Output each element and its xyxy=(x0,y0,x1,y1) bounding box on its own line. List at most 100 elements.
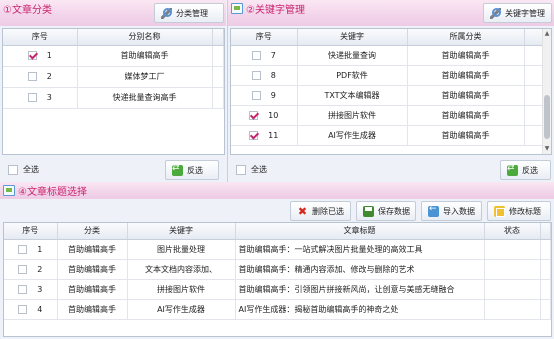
index-cell[interactable]: 10 xyxy=(231,105,298,126)
keyword-category-cell: 首助编辑高手 xyxy=(407,85,525,106)
delete-selected-button[interactable]: ✖ 删除已选 xyxy=(290,201,351,221)
wrench-icon xyxy=(490,7,501,19)
category-name-cell: 媒体梦工厂 xyxy=(77,66,213,88)
category-select-all[interactable]: 全选 xyxy=(8,164,39,175)
column-header-category[interactable]: 分类 xyxy=(57,223,128,240)
column-header-keyword[interactable]: 关键字 xyxy=(127,223,236,240)
row-index: 2 xyxy=(46,72,52,81)
select-all-label: 全选 xyxy=(23,165,39,174)
category-manage-label: 分类管理 xyxy=(176,8,208,18)
table-row[interactable]: 1 首助编辑高手 图片批量处理 首助编辑高手：一站式解决图片批量处理的高效工具 xyxy=(4,239,551,260)
column-header-keyword[interactable]: 关键字 xyxy=(297,29,408,46)
row-checkbox[interactable] xyxy=(249,130,259,140)
category-manage-button[interactable]: 分类管理 xyxy=(154,3,224,23)
keyword-invert-button[interactable]: 反选 xyxy=(500,160,551,180)
row-checkbox[interactable] xyxy=(249,110,259,120)
column-header-index[interactable]: 序号 xyxy=(3,29,78,46)
row-checkbox[interactable] xyxy=(27,93,37,102)
scrollbar-thumb[interactable] xyxy=(544,95,550,139)
table-row[interactable]: 4 首助编辑高手 AI写作生成器 AI写作生成器：揭秘首助编辑高手的神奇之处 xyxy=(4,299,551,320)
title-keyword-cell: 文本文档内容添加、 xyxy=(127,259,236,280)
row-checkbox[interactable] xyxy=(18,264,28,274)
status-cell xyxy=(484,279,541,300)
filler-cell xyxy=(524,105,544,126)
filler-cell xyxy=(540,279,551,300)
table-row[interactable]: 2 首助编辑高手 文本文档内容添加、 首助编辑高手：精通内容添加、修改与删除的艺术 xyxy=(4,259,551,280)
row-checkbox[interactable] xyxy=(251,70,261,80)
table-row[interactable]: 3 首助编辑高手 拼接图片软件 首助编辑高手：引领图片拼接新风尚，让创意与美感无缝融合 xyxy=(4,279,551,300)
filler-cell xyxy=(524,85,544,106)
column-header-status[interactable]: 状态 xyxy=(484,223,541,240)
index-cell[interactable]: 2 xyxy=(4,259,58,280)
table-row[interactable]: 3 快递批量查询高手 xyxy=(3,87,224,109)
table-row[interactable]: 7 快递批量查询 首助编辑高手 xyxy=(231,45,544,66)
table-row[interactable]: 9 TXT文本编辑器 首助编辑高手 xyxy=(231,85,544,106)
column-header-index[interactable]: 序号 xyxy=(231,29,298,46)
index-cell[interactable]: 3 xyxy=(4,279,58,300)
scroll-down-arrow-icon[interactable]: ▼ xyxy=(543,145,551,153)
keyword-category-cell: 首助编辑高手 xyxy=(407,65,525,86)
index-cell[interactable]: 1 xyxy=(4,239,58,260)
select-all-checkbox[interactable] xyxy=(8,164,18,175)
column-header-category[interactable]: 所属分类 xyxy=(407,29,525,46)
scroll-up-arrow-icon[interactable]: ▲ xyxy=(543,30,551,38)
filler-cell xyxy=(212,66,224,88)
filler-cell xyxy=(524,45,544,66)
table-row[interactable]: 10 拼接图片软件 首助编辑高手 xyxy=(231,105,544,126)
delete-selected-label: 删除已选 xyxy=(312,206,344,216)
column-header-filler xyxy=(212,29,224,46)
article-title-cell: 首助编辑高手：引领图片拼接新风尚，让创意与美感无缝融合 xyxy=(235,279,485,300)
edit-icon xyxy=(494,205,505,217)
save-data-label: 保存数据 xyxy=(378,206,410,216)
keyword-invert-label: 反选 xyxy=(522,165,538,175)
column-header-name[interactable]: 分别名称 xyxy=(77,29,213,46)
status-cell xyxy=(484,299,541,320)
index-cell[interactable]: 3 xyxy=(3,87,78,109)
row-index: 7 xyxy=(270,50,276,60)
index-cell[interactable]: 7 xyxy=(231,45,298,66)
column-header-filler xyxy=(540,223,551,240)
keyword-manage-button[interactable]: 关键字管理 xyxy=(483,3,552,23)
category-invert-button[interactable]: 反选 xyxy=(165,160,219,180)
row-index: 10 xyxy=(268,110,279,120)
filler-cell xyxy=(540,299,551,320)
column-header-index[interactable]: 序号 xyxy=(4,223,58,240)
category-name-cell: 首助编辑高手 xyxy=(77,45,213,67)
select-all-checkbox[interactable] xyxy=(236,164,246,175)
row-checkbox[interactable] xyxy=(27,51,37,60)
table-row[interactable]: 1 首助编辑高手 xyxy=(3,45,224,67)
save-data-button[interactable]: 保存数据 xyxy=(356,201,416,221)
title-keyword-cell: 图片批量处理 xyxy=(127,239,236,260)
title-panel-title: ④文章标题选择 xyxy=(18,187,87,198)
keyword-select-all[interactable]: 全选 xyxy=(236,164,267,175)
row-checkbox[interactable] xyxy=(251,90,261,100)
keyword-table-scrollbar[interactable]: ▲ ▼ xyxy=(542,29,551,154)
keyword-category-cell: 首助编辑高手 xyxy=(407,125,525,146)
index-cell[interactable]: 8 xyxy=(231,65,298,86)
table-row[interactable]: 2 媒体梦工厂 xyxy=(3,66,224,88)
index-cell[interactable]: 1 xyxy=(3,45,78,67)
status-cell xyxy=(484,239,541,260)
row-index: 4 xyxy=(37,304,43,314)
row-checkbox[interactable] xyxy=(18,244,28,254)
index-cell[interactable]: 11 xyxy=(231,125,298,146)
row-index: 11 xyxy=(268,130,279,140)
row-checkbox[interactable] xyxy=(251,50,261,60)
keyword-cell: 拼接图片软件 xyxy=(297,105,408,126)
keyword-panel-title: ②关键字管理 xyxy=(246,5,305,16)
import-data-button[interactable]: 导入数据 xyxy=(421,201,482,221)
index-cell[interactable]: 4 xyxy=(4,299,58,320)
row-checkbox[interactable] xyxy=(18,284,28,294)
index-cell[interactable]: 2 xyxy=(3,66,78,88)
row-index: 3 xyxy=(46,93,52,102)
table-row[interactable]: 8 PDF软件 首助编辑高手 xyxy=(231,65,544,86)
column-header-title[interactable]: 文章标题 xyxy=(235,223,485,240)
row-checkbox[interactable] xyxy=(27,72,37,81)
row-index: 9 xyxy=(270,90,276,100)
index-cell[interactable]: 9 xyxy=(231,85,298,106)
edit-title-button[interactable]: 修改标题 xyxy=(487,201,551,221)
table-row[interactable]: 11 AI写作生成器 首助编辑高手 xyxy=(231,125,544,146)
filler-cell xyxy=(212,45,224,67)
row-index: 2 xyxy=(37,264,43,274)
row-checkbox[interactable] xyxy=(18,304,28,314)
